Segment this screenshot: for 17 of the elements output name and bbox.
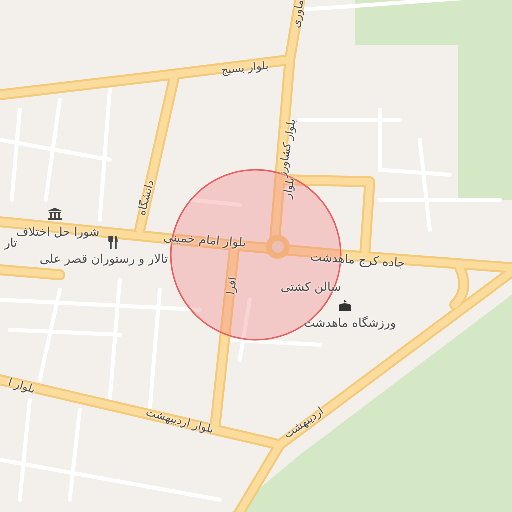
government-building-icon — [48, 208, 62, 220]
fork-knife-icon — [108, 236, 118, 249]
map-label: بلوار — [282, 176, 296, 200]
map-label: جاده کرج ماهدشت — [310, 250, 406, 270]
map-label: تالار و رستوران قصر علی — [40, 253, 168, 265]
map-label: ماوری — [290, 0, 306, 29]
map-label: بلوار امام خمینی — [163, 231, 247, 249]
map-label: افرا — [225, 276, 239, 296]
map-label: تار — [4, 237, 18, 249]
map-label: بلوار کشاورز — [276, 118, 298, 178]
map-label: اردیبهشت — [282, 406, 326, 440]
map-label: بلوار اردیبهشت — [144, 406, 216, 436]
map-label: بلوار بسیج — [220, 60, 270, 76]
map-label: دانشگاه — [136, 179, 156, 217]
stadium-icon — [338, 300, 352, 312]
map-label: بلوار ا — [7, 376, 37, 396]
map-label: ورزشگاه ماهدشت — [304, 317, 396, 329]
